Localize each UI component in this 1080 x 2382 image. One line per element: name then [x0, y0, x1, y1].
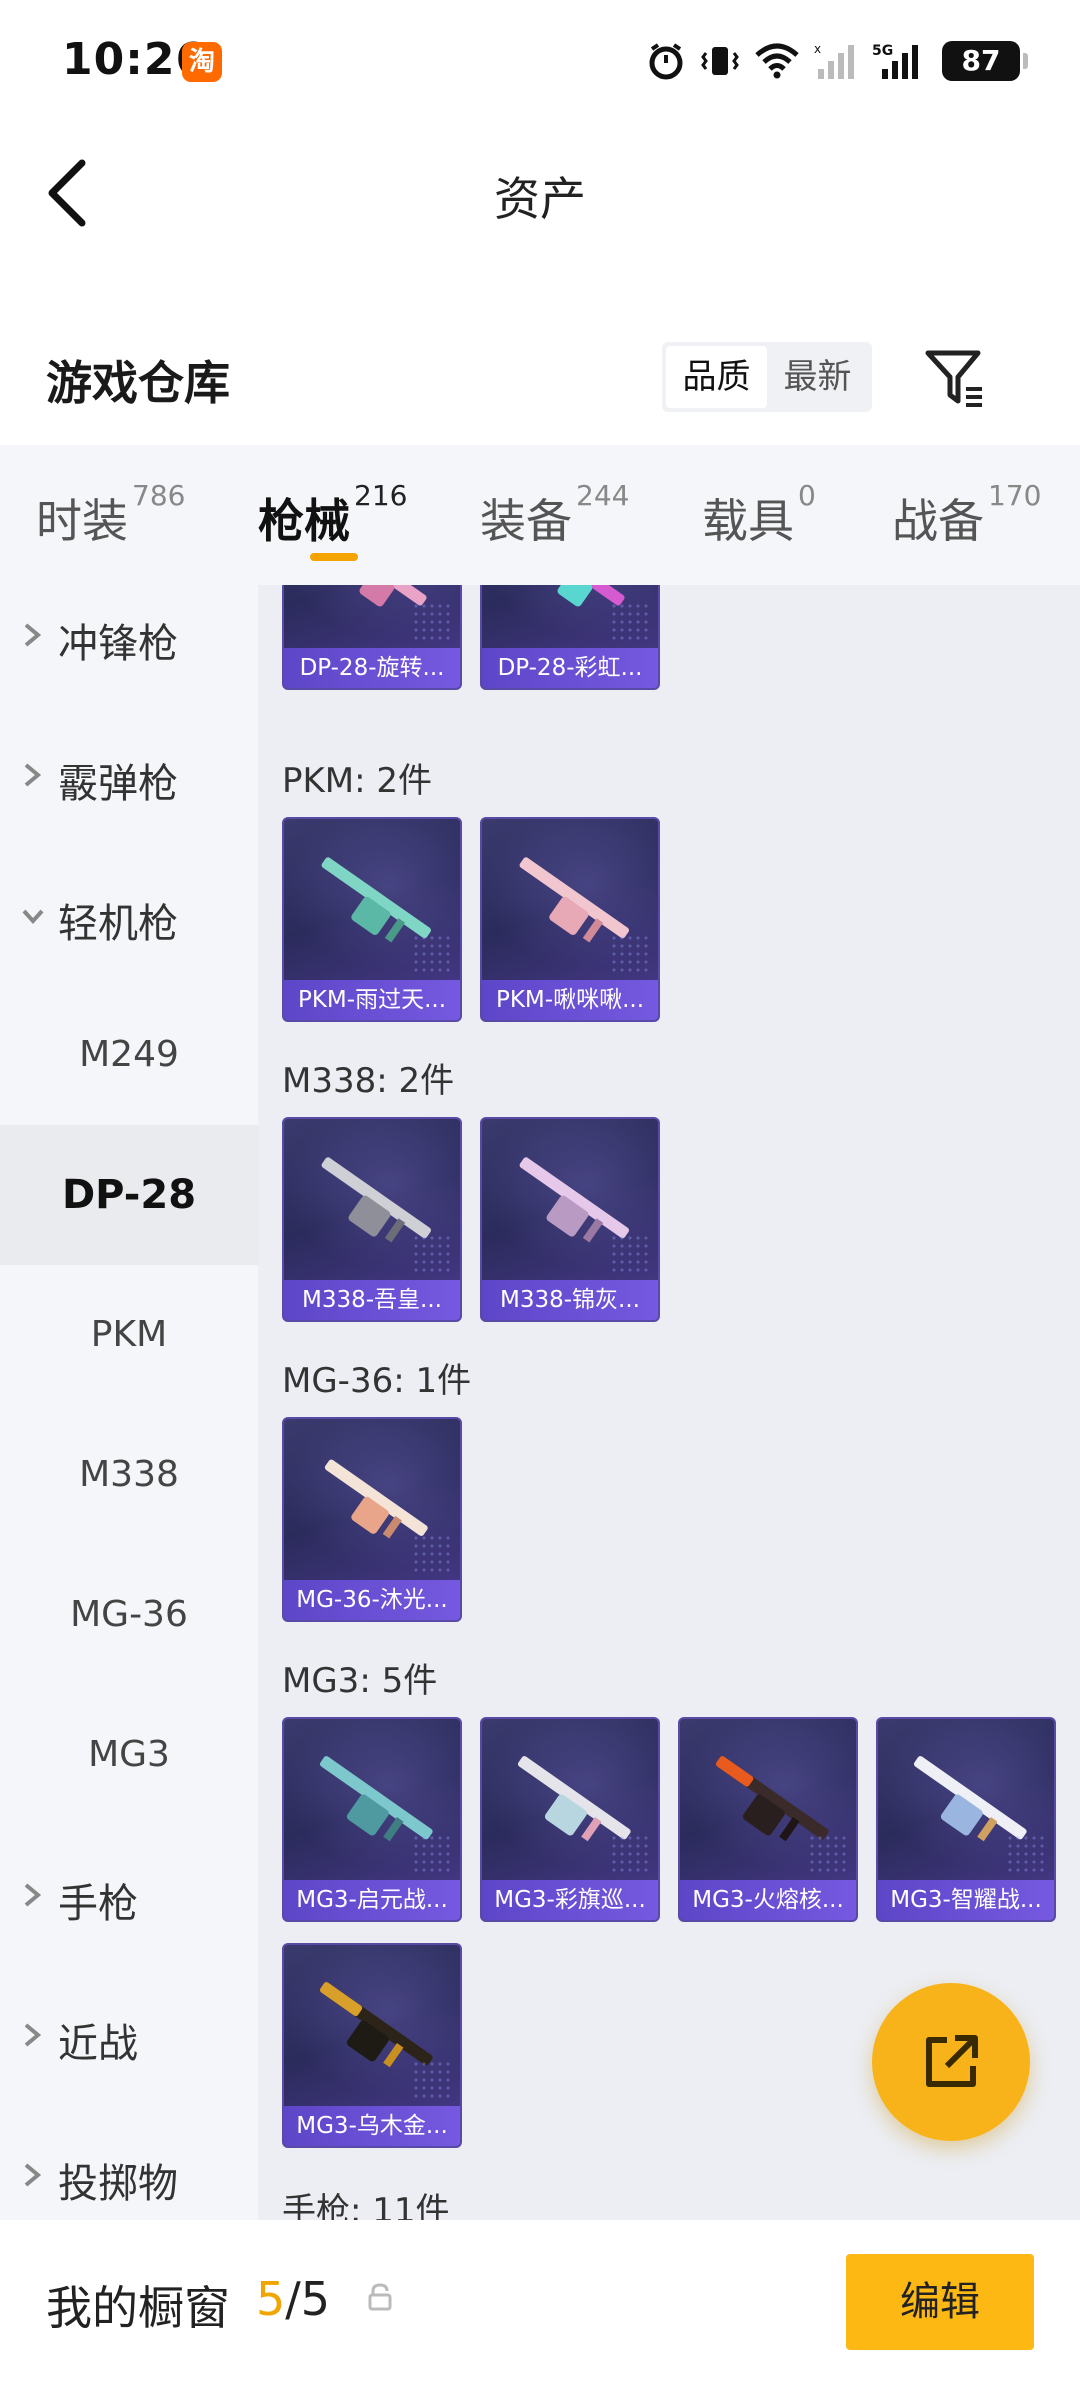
sidebar-category-pistol[interactable]: 手枪 [0, 1825, 258, 1965]
group-label-pkm: PKM: 2件 [282, 761, 433, 801]
warehouse-title: 游戏仓库 [46, 356, 230, 410]
group-label-m338: M338: 2件 [282, 1061, 455, 1101]
share-icon [926, 2035, 978, 2087]
sort-newest-button[interactable]: 最新 [767, 346, 868, 408]
filter-button[interactable] [922, 345, 988, 411]
weapon-card-name: DP-28-彩虹... [482, 648, 658, 688]
chevron-down-icon [22, 909, 44, 924]
chevron-right-icon [24, 623, 42, 647]
wifi-icon [755, 43, 799, 79]
share-button[interactable] [872, 1983, 1030, 2141]
weapon-sidebar: 冲锋枪 霰弹枪 轻机枪 M249 DP-28 PKM M338 MG-36 MG… [0, 585, 258, 2220]
tab-firearms[interactable]: 枪械 216 [258, 479, 407, 551]
weapon-card-name: MG-36-沐光... [284, 1580, 460, 1620]
weapon-card-name: PKM-雨过天... [284, 980, 460, 1020]
weapon-card-name: MG3-智耀战... [878, 1880, 1054, 1920]
weapon-card-name: M338-锦灰... [482, 1280, 658, 1320]
page-title: 资产 [494, 172, 586, 226]
chevron-right-icon [24, 2023, 42, 2047]
sidebar-item-mg3[interactable]: MG3 [0, 1685, 258, 1825]
sidebar-category-melee[interactable]: 近战 [0, 1965, 258, 2105]
tab-fashion[interactable]: 时装 786 [36, 479, 185, 551]
weapon-grid: DP-28-旋转... DP-28-彩虹... PKM: 2件 PKM-雨过天.… [258, 585, 1080, 2220]
status-icons: x 5G 87 [646, 36, 1028, 86]
tab-count: 170 [988, 479, 1042, 512]
weapon-card[interactable]: MG3-乌木金... [282, 1943, 462, 2148]
taobao-notification-icon: 淘 [182, 42, 222, 82]
weapon-card-name: MG3-乌木金... [284, 2106, 460, 2146]
tab-count: 0 [798, 479, 816, 512]
weapon-card-name: MG3-启元战... [284, 1880, 460, 1920]
sort-toggle: 品质 最新 [662, 342, 872, 412]
sort-quality-button[interactable]: 品质 [666, 346, 767, 408]
group-label-mg3: MG3: 5件 [282, 1661, 438, 1701]
showcase-count: 5/5 [256, 2272, 331, 2326]
edit-button[interactable]: 编辑 [846, 2254, 1034, 2350]
weapon-card-name: M338-吾皇... [284, 1280, 460, 1320]
status-bar: 10:26 淘 x 5G 87 [0, 0, 1080, 125]
sidebar-item-pkm[interactable]: PKM [0, 1265, 258, 1405]
tab-count: 216 [354, 479, 408, 512]
weapon-card[interactable]: MG3-智耀战... [876, 1717, 1056, 1922]
tab-combat-gear[interactable]: 战备 170 [892, 479, 1041, 551]
sidebar-item-m249[interactable]: M249 [0, 985, 258, 1125]
tab-count: 786 [132, 479, 186, 512]
category-tabs: 时装 786 枪械 216 装备 244 载具 0 战备 170 [0, 445, 1080, 585]
showcase-bar: 我的橱窗 5/5 编辑 [0, 2220, 1080, 2382]
weapon-card-name: MG3-火熔核... [680, 1880, 856, 1920]
filter-icon [925, 350, 982, 407]
showcase-title: 我的橱窗 [46, 2281, 230, 2335]
lock-icon [368, 2283, 392, 2311]
weapon-card[interactable]: M338-吾皇... [282, 1117, 462, 1322]
chevron-right-icon [24, 763, 42, 787]
svg-text:x: x [814, 42, 821, 56]
svg-text:5G: 5G [872, 43, 893, 59]
sidebar-category-shotgun[interactable]: 霰弹枪 [0, 705, 258, 845]
weapon-card[interactable]: MG-36-沐光... [282, 1417, 462, 1622]
weapon-card[interactable]: DP-28-旋转... [282, 585, 462, 690]
tab-count: 244 [576, 479, 630, 512]
weapon-card[interactable]: PKM-啾咪啾... [480, 817, 660, 1022]
signal-5g-icon: 5G [872, 43, 918, 79]
sidebar-category-throwables[interactable]: 投掷物 [0, 2105, 258, 2220]
sidebar-item-dp28[interactable]: DP-28 [0, 1125, 258, 1265]
sidebar-item-m338[interactable]: M338 [0, 1405, 258, 1545]
sidebar-item-mg36[interactable]: MG-36 [0, 1545, 258, 1685]
sidebar-category-smg[interactable]: 冲锋枪 [0, 585, 258, 705]
weapon-card[interactable]: M338-锦灰... [480, 1117, 660, 1322]
header: 资产 [0, 125, 1080, 260]
weapon-card-name: MG3-彩旗巡... [482, 1880, 658, 1920]
weapon-card[interactable]: MG3-启元战... [282, 1717, 462, 1922]
weapon-card[interactable]: DP-28-彩虹... [480, 585, 660, 690]
battery-icon: 87 [942, 41, 1028, 81]
weapon-card[interactable]: PKM-雨过天... [282, 817, 462, 1022]
weapon-card[interactable]: MG3-彩旗巡... [480, 1717, 660, 1922]
group-label-pistol: 手枪: 11件 [282, 2191, 450, 2220]
alarm-icon [649, 43, 683, 80]
signal-empty-icon: x [814, 42, 854, 79]
weapon-card-name: DP-28-旋转... [284, 648, 460, 688]
tab-vehicles[interactable]: 载具 0 [702, 479, 816, 551]
chevron-right-icon [24, 1883, 42, 1907]
weapon-card-name: PKM-啾咪啾... [482, 980, 658, 1020]
weapon-card[interactable]: MG3-火熔核... [678, 1717, 858, 1922]
sidebar-category-lmg[interactable]: 轻机枪 [0, 845, 258, 985]
group-label-mg36: MG-36: 1件 [282, 1361, 472, 1401]
vibrate-icon [701, 47, 739, 75]
chevron-right-icon [24, 2163, 42, 2187]
tab-equipment[interactable]: 装备 244 [480, 479, 629, 551]
active-tab-indicator [310, 553, 358, 561]
